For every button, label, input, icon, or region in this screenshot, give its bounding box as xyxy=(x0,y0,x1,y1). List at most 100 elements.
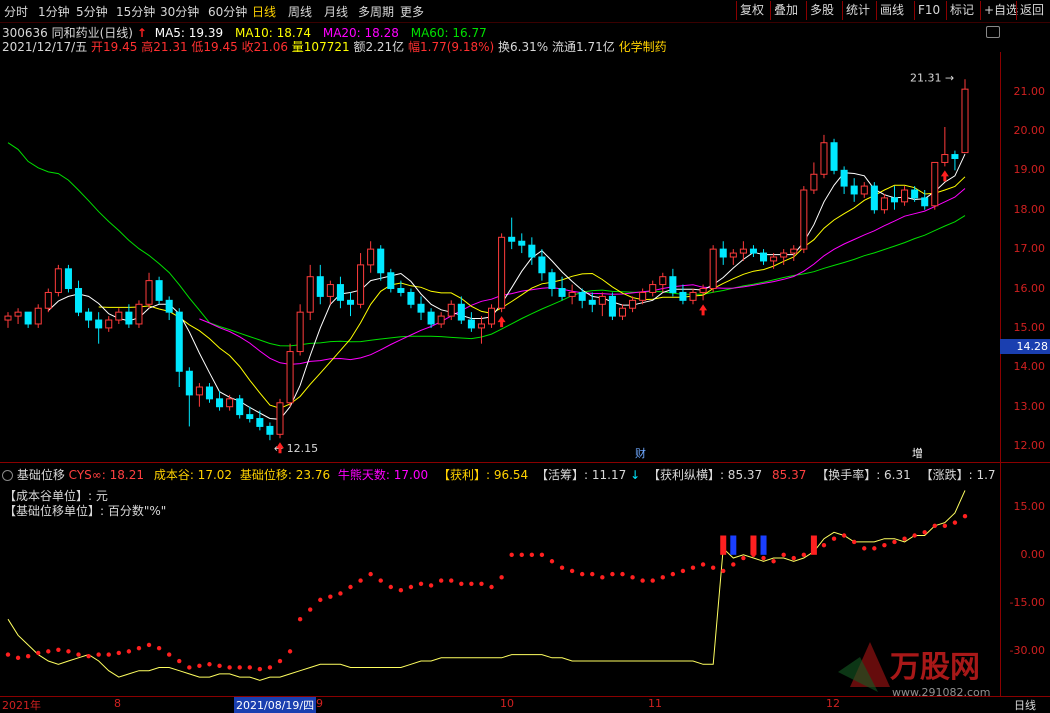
capital-increase-marker: 增 xyxy=(912,446,923,460)
cost-dot xyxy=(509,552,514,558)
toolbar-button-2[interactable]: 多股 xyxy=(806,1,837,20)
candle-body xyxy=(175,311,183,372)
candle-body xyxy=(528,244,536,258)
date-label: 2021年 xyxy=(2,699,41,712)
period-tab-6[interactable]: 日线 xyxy=(252,3,276,20)
cost-dot xyxy=(86,654,91,659)
ma10-line xyxy=(98,176,966,409)
cost-dot xyxy=(610,571,615,577)
period-tab-1[interactable]: 1分钟 xyxy=(38,3,70,20)
svg-text:万股网: 万股网 xyxy=(890,650,980,685)
cost-dot xyxy=(197,663,202,669)
date-label: 2021/08/19/四 xyxy=(234,697,317,713)
toolbar-button-0[interactable]: 复权 xyxy=(736,1,767,20)
candle-body xyxy=(568,291,576,297)
cost-dot xyxy=(338,591,343,596)
cost-dot xyxy=(912,533,917,538)
period-tab-10[interactable]: 更多 xyxy=(400,3,424,20)
panel-toggle-icon[interactable] xyxy=(986,26,1000,38)
candle-body xyxy=(719,248,727,258)
cost-dot xyxy=(710,565,716,570)
candle-body xyxy=(24,311,32,325)
toolbar-button-8[interactable]: 返回 xyxy=(1016,1,1047,20)
candle-body xyxy=(427,311,435,325)
candle-body xyxy=(105,319,113,329)
period-tab-4[interactable]: 30分钟 xyxy=(160,3,199,20)
toolbar-button-7[interactable]: +自选 xyxy=(980,1,1021,20)
period-tab-8[interactable]: 月线 xyxy=(324,3,348,20)
candle-body xyxy=(115,311,123,321)
toolbar-button-5[interactable]: F10 xyxy=(914,1,943,20)
toolbar-button-4[interactable]: 画线 xyxy=(876,1,907,20)
price-tick: 13.00 xyxy=(1013,399,1046,413)
candle-body xyxy=(739,248,747,254)
cost-dot xyxy=(489,584,494,590)
cost-dot xyxy=(438,578,444,583)
cost-dot xyxy=(600,575,605,580)
period-tab-9[interactable]: 多周期 xyxy=(358,3,394,20)
cost-dot xyxy=(952,520,958,525)
candle-body xyxy=(216,398,224,408)
cost-dot xyxy=(328,594,333,599)
cost-dot xyxy=(922,530,927,535)
candle-body xyxy=(931,161,939,207)
candle-body xyxy=(467,319,475,329)
cost-dot xyxy=(166,652,172,657)
candle-body xyxy=(880,197,888,211)
cost-dot xyxy=(660,575,665,580)
cost-dot xyxy=(791,555,796,561)
candle-body xyxy=(14,311,22,317)
cost-dot xyxy=(529,552,535,558)
cost-dot xyxy=(449,578,454,583)
candle-body xyxy=(820,142,828,175)
cost-dot xyxy=(851,539,857,545)
candle-body xyxy=(135,303,143,325)
period-tab-5[interactable]: 60分钟 xyxy=(208,3,247,20)
cost-dot xyxy=(146,642,152,648)
cost-dot xyxy=(801,552,807,558)
candlestick-chart[interactable]: 21.31 →← 12.15 财增 xyxy=(0,52,1000,462)
cost-dot xyxy=(882,542,887,548)
candle-body xyxy=(246,414,254,420)
current-price-tag: 14.28 xyxy=(1000,339,1050,354)
cost-dot xyxy=(620,571,625,577)
toolbar-button-1[interactable]: 叠加 xyxy=(770,1,801,20)
candle-body xyxy=(961,88,969,154)
period-tab-2[interactable]: 5分钟 xyxy=(76,3,108,20)
period-tab-0[interactable]: 分时 xyxy=(4,3,28,20)
cost-dot xyxy=(781,552,786,558)
cost-dot xyxy=(831,536,837,541)
candle-body xyxy=(901,189,909,203)
candle-body xyxy=(911,189,919,199)
candle-body xyxy=(447,303,455,317)
candle-body xyxy=(85,311,93,321)
candle-body xyxy=(629,299,637,309)
cost-dot xyxy=(15,655,21,661)
toolbar-button-6[interactable]: 标记 xyxy=(946,1,977,20)
period-tab-7[interactable]: 周线 xyxy=(288,3,312,20)
candle-body xyxy=(326,284,334,297)
period-tab-3[interactable]: 15分钟 xyxy=(116,3,155,20)
cost-dot xyxy=(96,652,101,657)
candle-body xyxy=(790,248,798,254)
candle-body xyxy=(296,311,304,353)
svg-text:www.291082.com: www.291082.com xyxy=(892,686,990,699)
cost-dot xyxy=(257,666,263,672)
cost-dot xyxy=(247,665,252,670)
cost-dot xyxy=(539,552,545,558)
panel-divider xyxy=(0,462,1050,463)
candle-body xyxy=(890,197,899,203)
candle-body xyxy=(276,402,284,435)
cost-dot xyxy=(902,536,907,541)
candle-body xyxy=(749,248,757,254)
price-tick: 14.00 xyxy=(1013,360,1046,374)
cost-dot xyxy=(962,513,968,519)
cost-dot xyxy=(217,663,222,669)
cost-dot xyxy=(267,665,273,670)
toolbar-button-3[interactable]: 统计 xyxy=(842,1,873,20)
candle-body xyxy=(4,315,12,321)
cost-dot xyxy=(36,650,41,656)
candle-body xyxy=(397,288,405,293)
signal-bar xyxy=(750,535,757,555)
candle-body xyxy=(236,398,244,416)
